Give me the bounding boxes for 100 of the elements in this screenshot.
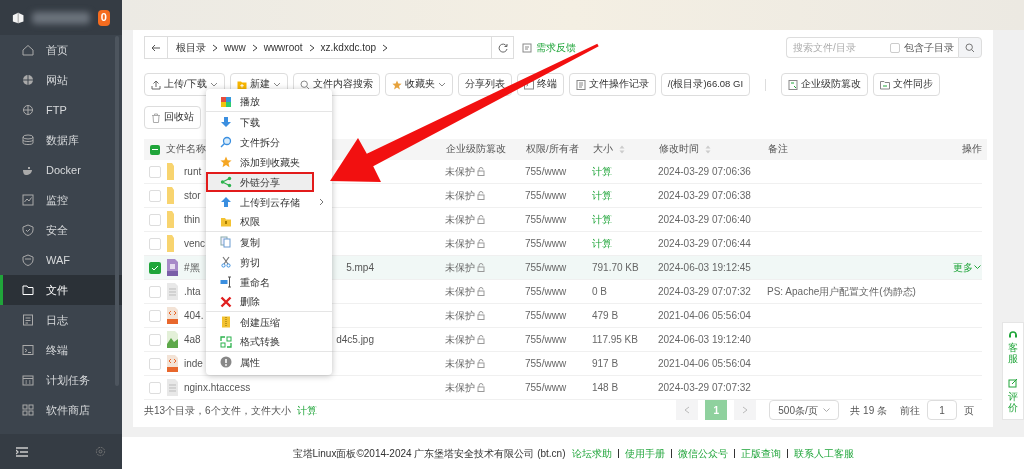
toolbar-button[interactable]: 上传/下载 bbox=[144, 73, 225, 96]
file-name[interactable]: d4c5.jpg bbox=[336, 332, 374, 347]
menu-item[interactable]: 文件拆分 bbox=[206, 132, 332, 152]
toolbar-button[interactable]: 企业级防篡改 bbox=[781, 73, 869, 96]
row-checkbox[interactable] bbox=[149, 333, 161, 346]
upload-icon bbox=[151, 79, 161, 90]
protection-status: 未保护 bbox=[445, 333, 475, 347]
sidebar-item[interactable]: Docker bbox=[0, 155, 122, 185]
sidebar-item[interactable]: 数据库 bbox=[0, 125, 122, 155]
image-file-icon bbox=[165, 330, 180, 349]
code-file-icon bbox=[165, 306, 180, 325]
column-header[interactable]: 修改时间 bbox=[659, 142, 699, 157]
menu-item[interactable]: 复制 bbox=[206, 232, 332, 252]
column-header[interactable]: 操作 bbox=[962, 142, 982, 157]
row-checkbox[interactable] bbox=[149, 309, 161, 322]
breadcrumb-item[interactable]: xz.kdxdc.top bbox=[320, 40, 377, 55]
table-cell: 2021-04-06 05:56:04 bbox=[658, 358, 751, 369]
chevron-right-icon bbox=[742, 406, 749, 414]
table-cell: 2024-03-29 07:07:32 bbox=[658, 286, 751, 297]
row-checkbox[interactable] bbox=[149, 189, 161, 202]
breadcrumb-item[interactable]: wwwroot bbox=[263, 40, 303, 55]
sidebar-item[interactable]: 计划任务 bbox=[0, 365, 122, 395]
menu-item[interactable]: 外链分享 bbox=[206, 172, 314, 192]
menu-item[interactable]: 删除 bbox=[206, 292, 332, 312]
row-checkbox[interactable] bbox=[149, 237, 161, 250]
table-cell: 755/www bbox=[525, 262, 567, 273]
page-input[interactable]: 1 bbox=[927, 400, 957, 420]
table-cell: 917 B bbox=[592, 358, 619, 369]
file-name[interactable]: stor bbox=[184, 188, 201, 203]
file-name[interactable]: nginx.htaccess bbox=[184, 380, 251, 395]
file-name[interactable]: inde bbox=[184, 356, 203, 371]
search-field[interactable]: 搜索文件/目录 bbox=[786, 37, 886, 58]
cross-icon bbox=[220, 295, 232, 308]
back-icon[interactable] bbox=[151, 42, 161, 53]
chevron-right-icon bbox=[319, 198, 324, 206]
settings-icon[interactable] bbox=[95, 446, 106, 457]
toolbar-button[interactable]: 分享列表 bbox=[457, 73, 512, 96]
menu-item[interactable]: 权限 bbox=[206, 212, 332, 232]
folder-icon bbox=[22, 284, 34, 296]
sidebar-item[interactable]: WAF bbox=[0, 245, 122, 275]
menu-item[interactable]: 属性 bbox=[206, 352, 332, 372]
file-name[interactable]: .hta bbox=[184, 284, 201, 299]
select-all-checkbox[interactable] bbox=[150, 144, 160, 155]
sidebar-item[interactable]: FTP bbox=[0, 95, 122, 125]
sidebar-item[interactable]: 终端 bbox=[0, 335, 122, 365]
row-checkbox[interactable] bbox=[149, 165, 161, 178]
row-checkbox[interactable] bbox=[149, 285, 161, 298]
page-size-select[interactable]: 500条/页 bbox=[769, 400, 840, 420]
toolbar-button[interactable]: 回收站 bbox=[144, 106, 201, 129]
terminal-icon bbox=[22, 344, 34, 356]
include-subdirs-checkbox[interactable]: 包含子目录 bbox=[886, 37, 958, 58]
next-page-button[interactable] bbox=[734, 400, 757, 420]
file-name[interactable]: 5.mp4 bbox=[346, 260, 374, 275]
menu-item[interactable]: 播放 bbox=[206, 92, 332, 112]
menu-item[interactable]: 下载 bbox=[206, 112, 332, 132]
toolbar-button[interactable]: /(根目录)66.08 GI bbox=[660, 73, 751, 96]
row-checkbox[interactable] bbox=[149, 213, 161, 226]
table-row[interactable]: nginx.htaccess 未保护 755/www 148 B 2024-03-29 07:07:32 bbox=[144, 376, 982, 400]
row-checkbox[interactable] bbox=[149, 381, 161, 394]
table-cell: 2024-03-29 07:06:38 bbox=[658, 190, 751, 201]
protection-status: 未保护 bbox=[445, 381, 475, 395]
sidebar-item[interactable]: 安全 bbox=[0, 215, 122, 245]
row-checkbox[interactable] bbox=[149, 261, 161, 274]
toolbar-button[interactable]: 文件同步 bbox=[873, 73, 941, 96]
shield-icon bbox=[22, 254, 34, 266]
file-name[interactable]: venc bbox=[184, 236, 206, 251]
protection-status: 未保护 bbox=[445, 237, 475, 251]
lock-icon bbox=[477, 335, 485, 344]
down-arrow-icon bbox=[220, 116, 232, 128]
protection-status: 未保护 bbox=[445, 309, 475, 323]
sidebar-item[interactable]: 文件 bbox=[0, 275, 122, 305]
sidebar-item[interactable]: 网站 bbox=[0, 65, 122, 95]
column-header[interactable]: 文件名称 bbox=[166, 142, 206, 157]
file-name[interactable]: runt bbox=[184, 164, 202, 179]
column-header[interactable]: 大小 bbox=[593, 142, 613, 157]
table-cell: 755/www bbox=[525, 382, 567, 393]
color-grid-icon bbox=[220, 95, 232, 108]
column-header[interactable]: 企业级防篡改 bbox=[446, 142, 506, 157]
logo-icon bbox=[12, 10, 25, 25]
sidebar-item[interactable]: 日志 bbox=[0, 305, 122, 335]
column-header[interactable]: 备注 bbox=[768, 142, 788, 157]
file-name[interactable]: thin bbox=[184, 212, 201, 227]
column-header[interactable]: 权限/所有者 bbox=[526, 142, 579, 157]
toolbar-button[interactable]: 文件操作记录 bbox=[568, 73, 656, 96]
file-name[interactable]: #黑 bbox=[184, 260, 200, 275]
breadcrumb-item[interactable]: 根目录 bbox=[176, 40, 206, 55]
previous-page-button[interactable] bbox=[676, 400, 699, 420]
file-name[interactable]: 4a8 bbox=[184, 332, 201, 347]
menu-item[interactable]: 格式转换 bbox=[206, 332, 332, 352]
row-checkbox[interactable] bbox=[149, 357, 161, 370]
sidebar-item[interactable]: 软件商店 bbox=[0, 395, 122, 425]
toolbar-button[interactable]: 收藏夹 bbox=[384, 73, 453, 96]
folder-icon bbox=[220, 215, 232, 228]
sidebar-item[interactable]: 监控 bbox=[0, 185, 122, 215]
file-name[interactable]: 404. bbox=[184, 308, 204, 323]
search-button[interactable] bbox=[958, 37, 982, 58]
text-file-icon bbox=[165, 282, 180, 301]
breadcrumb-item[interactable]: www bbox=[224, 40, 246, 55]
sidebar-item[interactable]: 首页 bbox=[0, 35, 122, 65]
collapse-menu-icon[interactable] bbox=[16, 446, 28, 457]
